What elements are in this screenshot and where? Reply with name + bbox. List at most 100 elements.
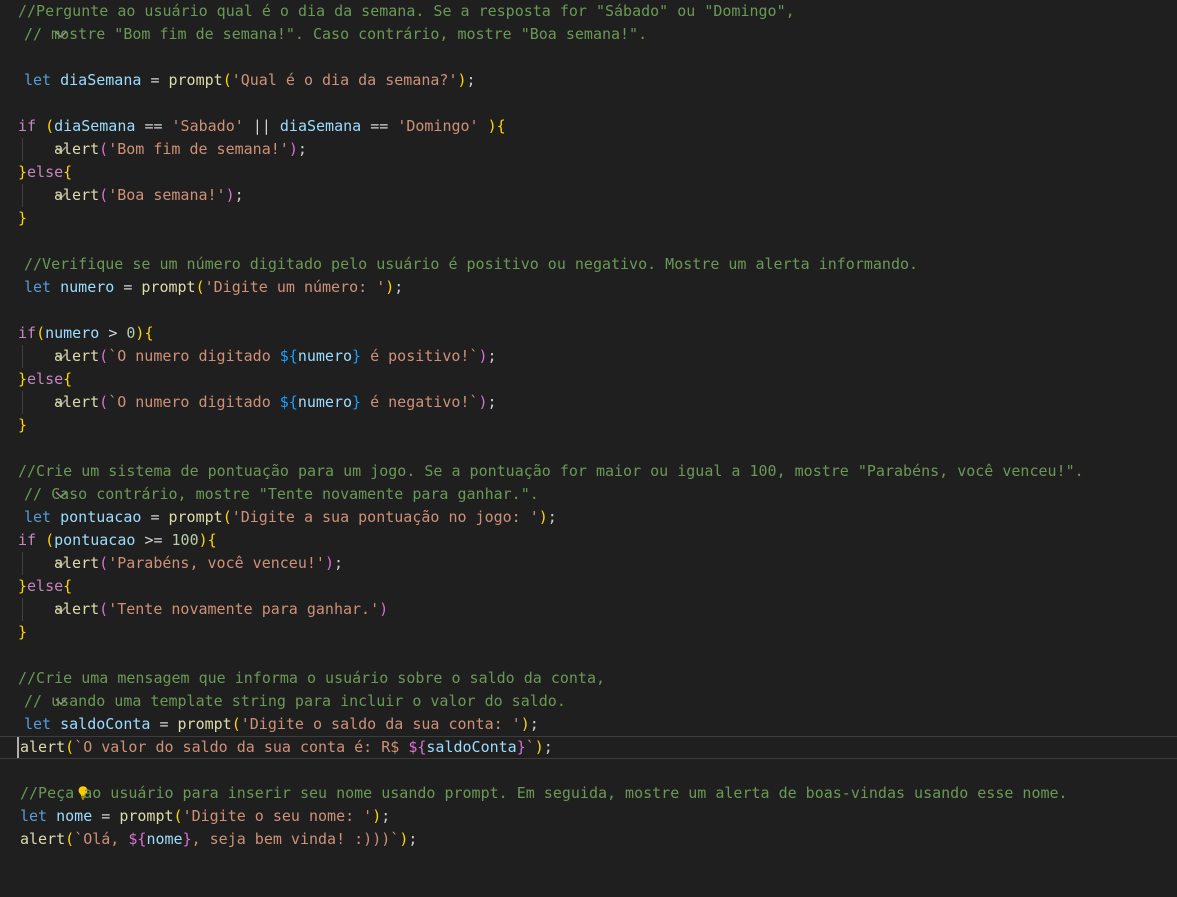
function-alert: alert (54, 347, 100, 365)
fold-gutter[interactable] (0, 322, 67, 360)
function-alert: alert (54, 140, 100, 158)
semicolon: ; (333, 554, 343, 572)
string-literal: 'Digite o seu nome: ' (182, 807, 373, 825)
keyword-if: if (18, 531, 37, 549)
code-line[interactable]: let diaSemana = prompt('Qual é o dia da … (0, 69, 1177, 92)
template-string-part: `Olá, (74, 830, 129, 848)
fold-gutter[interactable] (0, 161, 67, 199)
code-line[interactable]: alert(`Olá, ${nome}, seja bem vinda! :))… (0, 828, 1177, 851)
paren-close: ) (487, 117, 497, 135)
indent-guide (22, 552, 23, 575)
code-line[interactable]: let pontuacao = prompt('Digite a sua pon… (0, 506, 1177, 529)
paren-open: ( (99, 600, 109, 618)
code-line[interactable]: } (0, 621, 1177, 644)
code-line[interactable]: //Crie uma mensagem que informa o usuári… (0, 667, 1177, 705)
function-prompt: prompt (119, 807, 174, 825)
brace-open: { (63, 163, 73, 181)
code-line[interactable]: if (pontuacao >= 100){ (0, 529, 1177, 567)
indent-guide (22, 345, 23, 368)
code-line[interactable]: alert(`O numero digitado ${numero} é neg… (0, 391, 1177, 414)
code-line-blank[interactable] (0, 230, 1177, 253)
code-line[interactable]: }else{ (0, 161, 1177, 199)
lightbulb-icon[interactable] (20, 761, 88, 800)
active-code-line[interactable]: alert(`O valor do saldo da sua conta é: … (0, 736, 1177, 759)
code-line-blank[interactable] (0, 437, 1177, 460)
code-line[interactable]: alert(`O numero digitado ${numero} é pos… (0, 345, 1177, 368)
code-line-blank[interactable] (0, 92, 1177, 115)
comment-text: //Verifique se um número digitado pelo u… (24, 255, 919, 273)
code-line[interactable]: // Caso contrário, mostre "Tente novamen… (0, 483, 1177, 506)
paren-open: ( (65, 738, 75, 756)
comment-text: // mostre "Bom fim de semana!". Caso con… (24, 25, 648, 43)
code-line[interactable]: alert('Parabéns, você venceu!'); (0, 552, 1177, 575)
code-line-blank[interactable] (0, 644, 1177, 667)
paren-close: ) (385, 278, 395, 296)
code-line[interactable]: } (0, 207, 1177, 230)
variable-name: diaSemana (60, 71, 142, 89)
fold-gutter[interactable] (0, 115, 67, 153)
code-line[interactable]: if (diaSemana == 'Sabado' || diaSemana =… (0, 115, 1177, 153)
paren-close: ) (478, 393, 488, 411)
paren-open: ( (99, 554, 109, 572)
gte-operator: >= (144, 531, 163, 549)
code-line[interactable]: //Crie um sistema de pontuação para um j… (0, 460, 1177, 498)
function-prompt: prompt (168, 71, 223, 89)
brace-open: { (496, 117, 506, 135)
string-literal: 'Qual é o dia da semana?' (231, 71, 458, 89)
interpolation-open: ${ (279, 347, 298, 365)
string-literal: 'Digite o saldo da sua conta: ' (240, 715, 521, 733)
function-alert: alert (54, 600, 100, 618)
semicolon: ; (543, 738, 553, 756)
paren-close: ) (457, 71, 467, 89)
code-line[interactable]: }else{ (0, 575, 1177, 613)
code-line[interactable]: let saldoConta = prompt('Digite o saldo … (0, 713, 1177, 736)
paren-close: ) (198, 531, 208, 549)
code-line[interactable]: alert('Tente novamente para ganhar.') (0, 598, 1177, 621)
code-line[interactable]: // mostre "Bom fim de semana!". Caso con… (0, 23, 1177, 46)
template-string-part: `O valor do saldo da sua conta é: R$ (74, 738, 409, 756)
semicolon: ; (394, 278, 404, 296)
brace-close: } (18, 623, 28, 641)
code-line[interactable]: alert('Bom fim de semana!'); (0, 138, 1177, 161)
paren-open: ( (195, 278, 205, 296)
comment-text: //Pergunte ao usuário qual é o dia da se… (18, 2, 795, 20)
equality-operator: == (144, 117, 163, 135)
paren-close: ) (379, 600, 389, 618)
number-literal: 100 (171, 531, 199, 549)
code-line[interactable]: //Pergunte ao usuário qual é o dia da se… (0, 0, 1177, 38)
paren-close: ) (399, 830, 409, 848)
code-line-blank[interactable] (0, 299, 1177, 322)
template-string-part: `O numero digitado (108, 393, 280, 411)
function-prompt: prompt (177, 715, 232, 733)
fold-gutter[interactable] (0, 667, 67, 705)
code-line[interactable]: if(numero > 0){ (0, 322, 1177, 360)
paren-open: ( (36, 324, 46, 342)
fold-gutter[interactable] (0, 0, 67, 38)
variable-name: numero (45, 324, 100, 342)
keyword-if: if (18, 117, 37, 135)
code-line[interactable]: alert('Boa semana!'); (0, 184, 1177, 207)
code-action-line[interactable] (0, 759, 1177, 800)
keyword-if: if (18, 324, 37, 342)
brace-open: { (63, 370, 73, 388)
code-line[interactable]: //Peça ao usuário para inserir seu nome … (0, 782, 1177, 805)
greater-than-operator: > (108, 324, 118, 342)
fold-gutter[interactable] (0, 460, 67, 498)
code-line[interactable]: let numero = prompt('Digite um número: '… (0, 276, 1177, 299)
code-line-blank[interactable] (0, 46, 1177, 69)
code-line[interactable]: //Verifique se um número digitado pelo u… (0, 253, 1177, 276)
fold-gutter[interactable] (0, 575, 67, 613)
fold-gutter[interactable] (0, 529, 67, 567)
code-line[interactable]: } (0, 414, 1177, 437)
code-line[interactable]: let nome = prompt('Digite o seu nome: ')… (0, 805, 1177, 828)
string-literal: 'Digite um número: ' (204, 278, 386, 296)
fold-gutter[interactable] (0, 368, 67, 406)
code-line[interactable]: }else{ (0, 368, 1177, 406)
string-literal: 'Sabado' (171, 117, 244, 135)
code-editor[interactable]: //Pergunte ao usuário qual é o dia da se… (0, 0, 1177, 859)
function-alert: alert (54, 186, 100, 204)
or-operator: || (252, 117, 271, 135)
template-string-part: `O numero digitado (108, 347, 280, 365)
paren-close: ) (520, 715, 530, 733)
code-line[interactable]: // usando uma template string para inclu… (0, 690, 1177, 713)
